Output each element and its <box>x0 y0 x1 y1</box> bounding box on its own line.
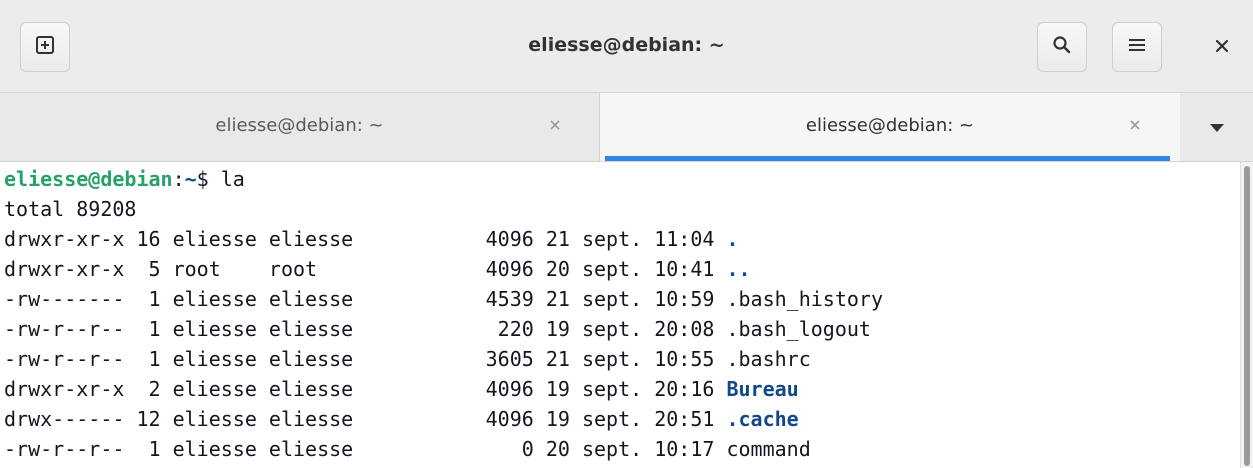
tab-label: eliesse@debian: ~ <box>805 115 975 136</box>
list-item: -rw-r--r-- 1 eliesse eliesse 0 20 sept. … <box>4 434 811 464</box>
entry-name: . <box>726 227 739 251</box>
tab-1[interactable]: eliesse@debian: ~ <box>0 93 600 161</box>
entry-meta: -rw------- 1 eliesse eliesse 4539 21 sep… <box>4 287 727 311</box>
entry-meta: drwxr-xr-x 5 root root 4096 20 sept. 10:… <box>4 257 727 281</box>
entry-name: .bash_logout <box>726 317 871 341</box>
entry-meta: -rw-r--r-- 1 eliesse eliesse 0 20 sept. … <box>4 437 727 461</box>
list-item: -rw-r--r-- 1 eliesse eliesse 220 19 sept… <box>4 314 871 344</box>
chevron-down-icon <box>1209 118 1225 137</box>
scrollbar-thumb[interactable] <box>1244 166 1250 466</box>
terminal-scrollbar[interactable] <box>1240 162 1253 468</box>
total-line: total 89208 <box>4 197 137 221</box>
tab-bar: eliesse@debian: ~ eliesse@debian: ~ <box>0 93 1253 162</box>
close-icon <box>1129 116 1141 135</box>
entry-meta: drwxr-xr-x 16 eliesse eliesse 4096 21 se… <box>4 227 727 251</box>
entry-name: .bash_history <box>726 287 884 311</box>
entry-meta: -rw-r--r-- 1 eliesse eliesse 220 19 sept… <box>4 317 727 341</box>
entry-meta: drwx------ 12 eliesse eliesse 4096 19 se… <box>4 407 727 431</box>
list-item: drwxr-xr-x 5 root root 4096 20 sept. 10:… <box>4 254 751 284</box>
prompt-command: la <box>208 167 245 191</box>
entry-name: .bashrc <box>726 347 811 371</box>
entry-meta: drwxr-xr-x 2 eliesse eliesse 4096 19 sep… <box>4 377 727 401</box>
entry-name: command <box>726 437 811 461</box>
list-item: drwxr-xr-x 16 eliesse eliesse 4096 21 se… <box>4 224 739 254</box>
tab-close-button[interactable] <box>545 115 565 135</box>
close-icon <box>1215 38 1229 57</box>
terminal-output[interactable]: eliesse@debian:~$ la total 89208 drwxr-x… <box>0 162 1240 468</box>
list-item: -rw-r--r-- 1 eliesse eliesse 3605 21 sep… <box>4 344 811 374</box>
active-tab-indicator <box>605 156 1170 161</box>
terminal-window: eliesse@debian: ~ eliesse@debian: ~ elie… <box>0 0 1253 468</box>
menu-button[interactable] <box>1112 22 1162 72</box>
prompt-symbol: $ <box>196 167 209 191</box>
prompt-user-host: eliesse@debian <box>4 167 173 191</box>
entry-name: Bureau <box>726 377 799 401</box>
close-icon <box>549 116 561 135</box>
list-item: -rw------- 1 eliesse eliesse 4539 21 sep… <box>4 284 883 314</box>
tab-label: eliesse@debian: ~ <box>215 115 384 136</box>
tab-close-button[interactable] <box>1125 115 1145 135</box>
list-item: drwx------ 12 eliesse eliesse 4096 19 se… <box>4 404 799 434</box>
close-window-button[interactable] <box>1205 30 1239 64</box>
entry-name: .. <box>726 257 751 281</box>
tab-list-dropdown-button[interactable] <box>1180 93 1253 161</box>
prompt-separator: : <box>172 167 185 191</box>
header-bar: eliesse@debian: ~ <box>0 0 1253 93</box>
prompt-line: eliesse@debian:~$ la <box>4 164 245 194</box>
search-icon <box>1052 35 1072 59</box>
prompt-path: ~ <box>184 167 197 191</box>
entry-name: .cache <box>726 407 799 431</box>
tab-2-active[interactable]: eliesse@debian: ~ <box>600 93 1180 161</box>
hamburger-menu-icon <box>1128 37 1146 57</box>
search-button[interactable] <box>1037 22 1087 72</box>
entry-meta: -rw-r--r-- 1 eliesse eliesse 3605 21 sep… <box>4 347 727 371</box>
list-item: drwxr-xr-x 2 eliesse eliesse 4096 19 sep… <box>4 374 799 404</box>
